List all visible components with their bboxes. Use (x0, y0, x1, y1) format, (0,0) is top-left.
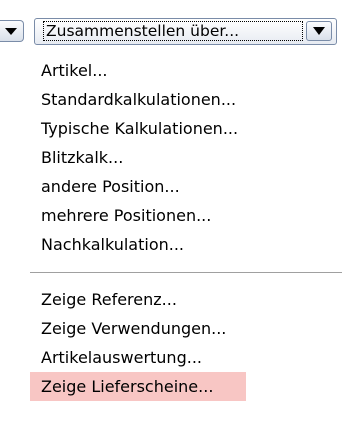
menu-item-zeige-verwendungen[interactable]: Zeige Verwendungen... (0, 314, 342, 343)
compose-dropdown[interactable]: Zusammenstellen über... (34, 18, 337, 45)
menu-item-typische-kalkulationen[interactable]: Typische Kalkulationen... (0, 114, 342, 143)
menu-item-artikelauswertung[interactable]: Artikelauswertung... (0, 343, 342, 372)
separator-line (30, 272, 342, 274)
menu-separator (0, 259, 342, 285)
menu-item-zeige-referenz[interactable]: Zeige Referenz... (0, 285, 342, 314)
dropdown-menu: Artikel... Standardkalkulationen... Typi… (0, 56, 342, 401)
menu-item-andere-position[interactable]: andere Position... (0, 172, 342, 201)
dropdown-value: Zusammenstellen über... (43, 21, 303, 41)
menu-item-mehrere-positionen[interactable]: mehrere Positionen... (0, 201, 342, 230)
menu-item-standardkalkulationen[interactable]: Standardkalkulationen... (0, 85, 342, 114)
left-dropdown-button[interactable] (0, 20, 24, 42)
menu-item-nachkalkulation[interactable]: Nachkalkulation... (0, 230, 342, 259)
menu-item-zeige-lieferscheine[interactable]: Zeige Lieferscheine... (30, 372, 246, 401)
chevron-down-icon (5, 28, 17, 35)
menu-item-artikel[interactable]: Artikel... (0, 56, 342, 85)
menu-item-blitzkalk[interactable]: Blitzkalk... (0, 143, 342, 172)
chevron-down-icon (313, 27, 325, 35)
dropdown-toggle-button[interactable] (306, 21, 332, 41)
